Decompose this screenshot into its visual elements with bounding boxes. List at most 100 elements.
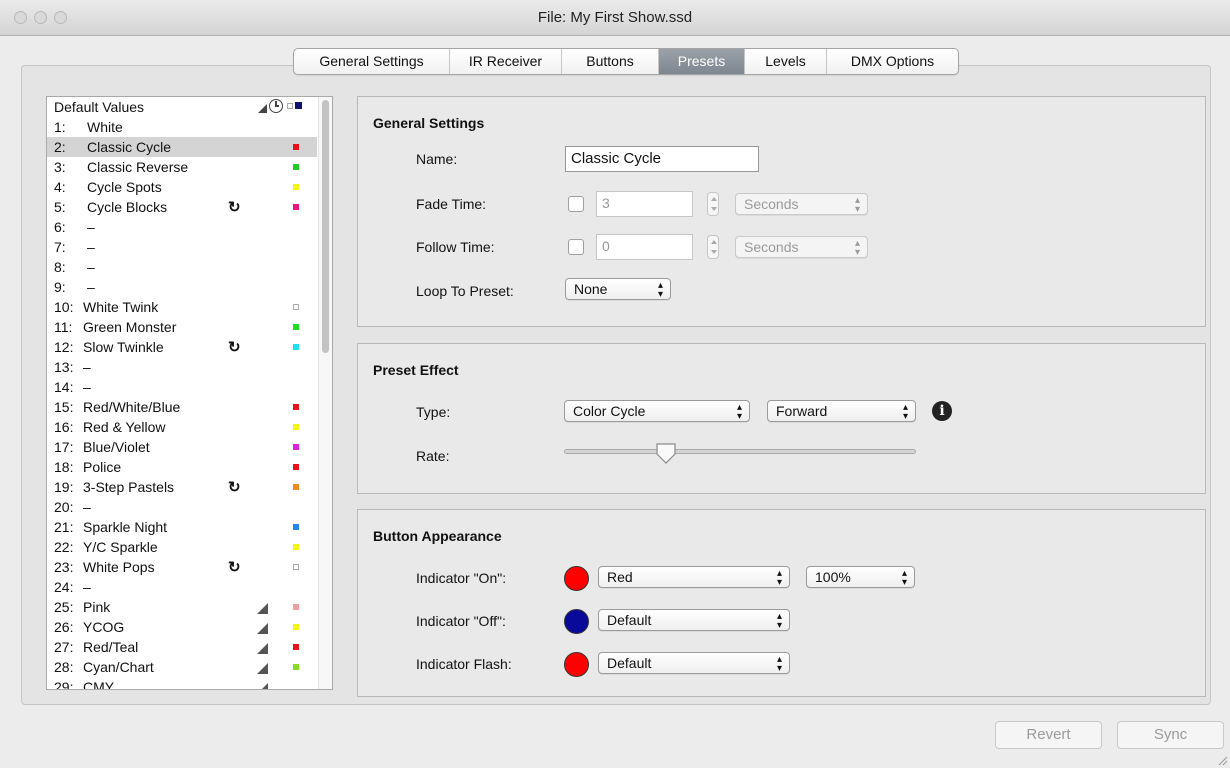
preset-number: 1: bbox=[54, 119, 66, 135]
preset-effect-title: Preset Effect bbox=[373, 362, 459, 378]
preset-list[interactable]: Default Values 1: White 2: Classic Cycle 3: C… bbox=[46, 96, 333, 690]
color-swatch-icon bbox=[293, 344, 299, 350]
preset-list-item[interactable]: 2: Classic Cycle bbox=[47, 137, 317, 157]
indicator-flash-color-well[interactable] bbox=[564, 652, 589, 677]
preset-name-field[interactable]: Classic Cycle bbox=[565, 146, 759, 172]
color-swatch-icon bbox=[293, 404, 299, 410]
tab-dmx-options[interactable]: DMX Options bbox=[827, 49, 958, 74]
preset-list-item[interactable]: 28: Cyan/Chart bbox=[47, 657, 317, 677]
preset-name: Sparkle Night bbox=[83, 519, 168, 535]
color-swatch-icon bbox=[293, 484, 299, 490]
preset-name: White Twink bbox=[83, 299, 159, 315]
preset-list-item[interactable]: 19: 3-Step Pastels ↻ bbox=[47, 477, 317, 497]
preset-number: 16: bbox=[54, 419, 74, 435]
fade-time-stepper[interactable] bbox=[707, 192, 719, 216]
preset-list-item[interactable]: 9: – bbox=[47, 277, 317, 297]
scroll-thumb[interactable] bbox=[322, 100, 329, 353]
loop-to-preset-label: Loop To Preset: bbox=[416, 283, 514, 299]
preset-list-item[interactable]: 5: Cycle Blocks ↻ bbox=[47, 197, 317, 217]
preset-number: 2: bbox=[54, 139, 66, 155]
clock-icon bbox=[269, 99, 283, 113]
rate-slider-track[interactable] bbox=[564, 449, 916, 454]
effect-direction-select[interactable]: Forward ▴ ▾ bbox=[767, 400, 916, 422]
title-bar: File: My First Show.ssd bbox=[0, 0, 1230, 36]
sync-button[interactable]: Sync bbox=[1117, 721, 1224, 749]
preset-name: Cyan/Chart bbox=[83, 659, 154, 675]
rate-slider-knob[interactable] bbox=[655, 442, 677, 464]
fade-time-field[interactable]: 3 bbox=[596, 191, 693, 217]
indicator-on-color-well[interactable] bbox=[564, 566, 589, 591]
preset-list-item[interactable]: 15: Red/White/Blue bbox=[47, 397, 317, 417]
preset-list-item[interactable]: 10: White Twink bbox=[47, 297, 317, 317]
fade-time-unit-select[interactable]: Seconds ▴ ▾ bbox=[735, 193, 868, 215]
tab-general-settings[interactable]: General Settings bbox=[294, 49, 450, 74]
preset-list-item[interactable]: 27: Red/Teal bbox=[47, 637, 317, 657]
chevron-updown-icon: ▴ ▾ bbox=[854, 238, 860, 258]
fade-time-checkbox[interactable] bbox=[568, 196, 584, 212]
preset-number: 28: bbox=[54, 659, 74, 675]
preset-name: YCOG bbox=[83, 619, 125, 635]
preset-list-item[interactable]: 8: – bbox=[47, 257, 317, 277]
preset-list-item[interactable]: 7: – bbox=[47, 237, 317, 257]
resize-grip-icon[interactable] bbox=[1216, 754, 1228, 766]
revert-button[interactable]: Revert bbox=[995, 721, 1102, 749]
tab-buttons[interactable]: Buttons bbox=[562, 49, 659, 74]
preset-name: – bbox=[87, 259, 95, 275]
indicator-flash-color-select[interactable]: Default ▴ ▾ bbox=[598, 652, 790, 674]
effect-type-select[interactable]: Color Cycle ▴ ▾ bbox=[564, 400, 750, 422]
follow-time-unit-select[interactable]: Seconds ▴ ▾ bbox=[735, 236, 868, 258]
default-values-row[interactable]: Default Values bbox=[47, 97, 317, 117]
preset-list-item[interactable]: 11: Green Monster bbox=[47, 317, 317, 337]
tab-presets[interactable]: Presets bbox=[659, 49, 745, 74]
tab-levels[interactable]: Levels bbox=[745, 49, 827, 74]
tab-ir-receiver[interactable]: IR Receiver bbox=[450, 49, 562, 74]
preset-list-item[interactable]: 6: – bbox=[47, 217, 317, 237]
preset-list-item[interactable]: 21: Sparkle Night bbox=[47, 517, 317, 537]
preset-list-item[interactable]: 29: CMY bbox=[47, 677, 317, 689]
preset-list-item[interactable]: 3: Classic Reverse bbox=[47, 157, 317, 177]
preset-number: 23: bbox=[54, 559, 74, 575]
follow-time-checkbox[interactable] bbox=[568, 239, 584, 255]
preset-number: 18: bbox=[54, 459, 74, 475]
info-icon[interactable]: i bbox=[932, 401, 952, 421]
preset-list-item[interactable]: 26: YCOG bbox=[47, 617, 317, 637]
effect-type-value: Color Cycle bbox=[573, 403, 646, 419]
ramp-icon bbox=[257, 683, 268, 689]
preset-number: 8: bbox=[54, 259, 66, 275]
loop-icon: ↻ bbox=[228, 339, 241, 356]
indicator-on-level-select[interactable]: 100% ▴ ▾ bbox=[806, 566, 915, 588]
color-swatch-icon bbox=[293, 304, 299, 310]
preset-list-item[interactable]: 24: – bbox=[47, 577, 317, 597]
preset-effect-group: Preset Effect Type: Color Cycle ▴ ▾ Forwa… bbox=[357, 343, 1206, 494]
ramp-icon bbox=[258, 104, 267, 113]
loop-to-preset-select[interactable]: None ▴ ▾ bbox=[565, 278, 671, 300]
indicator-on-color-select[interactable]: Red ▴ ▾ bbox=[598, 566, 790, 588]
preset-list-item[interactable]: 20: – bbox=[47, 497, 317, 517]
follow-time-field[interactable]: 0 bbox=[596, 234, 693, 260]
indicator-off-label: Indicator "Off": bbox=[416, 613, 506, 629]
preset-number: 14: bbox=[54, 379, 74, 395]
chevron-updown-icon: ▴ ▾ bbox=[776, 654, 782, 674]
preset-list-item[interactable]: 17: Blue/Violet bbox=[47, 437, 317, 457]
preset-list-item[interactable]: 1: White bbox=[47, 117, 317, 137]
preset-list-scrollbar[interactable] bbox=[318, 97, 332, 689]
preset-list-item[interactable]: 18: Police bbox=[47, 457, 317, 477]
chevron-updown-icon: ▴ ▾ bbox=[657, 280, 663, 300]
preset-list-item[interactable]: 14: – bbox=[47, 377, 317, 397]
preset-name: Red/White/Blue bbox=[83, 399, 181, 415]
follow-time-stepper[interactable] bbox=[707, 235, 719, 259]
preset-list-item[interactable]: 23: White Pops ↻ bbox=[47, 557, 317, 577]
indicator-off-color-well[interactable] bbox=[564, 609, 589, 634]
color-swatch-icon bbox=[293, 444, 299, 450]
preset-list-item[interactable]: 12: Slow Twinkle ↻ bbox=[47, 337, 317, 357]
preset-list-item[interactable]: 22: Y/C Sparkle bbox=[47, 537, 317, 557]
preset-list-item[interactable]: 25: Pink bbox=[47, 597, 317, 617]
preset-list-item[interactable]: 13: – bbox=[47, 357, 317, 377]
general-settings-group: General Settings Name: Classic Cycle Fad… bbox=[357, 96, 1206, 327]
ramp-icon bbox=[257, 623, 268, 634]
indicator-off-color-select[interactable]: Default ▴ ▾ bbox=[598, 609, 790, 631]
preset-list-item[interactable]: 4: Cycle Spots bbox=[47, 177, 317, 197]
preset-name: – bbox=[87, 279, 95, 295]
preset-list-item[interactable]: 16: Red & Yellow bbox=[47, 417, 317, 437]
color-swatch-icon bbox=[293, 204, 299, 210]
